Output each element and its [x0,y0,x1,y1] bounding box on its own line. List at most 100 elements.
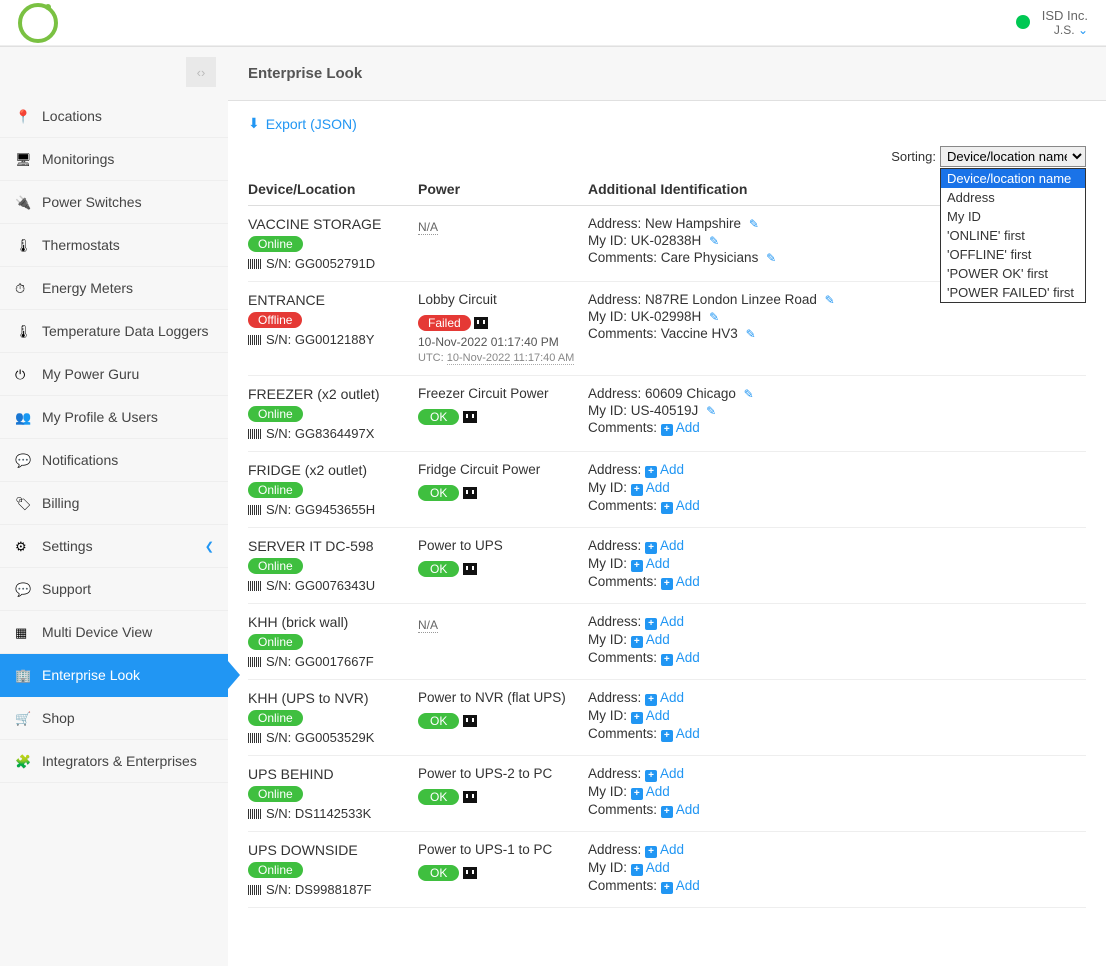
sidebar-item-temperature-data-loggers[interactable]: 🌡Temperature Data Loggers [0,310,228,353]
device-name: FREEZER (x2 outlet) [248,386,418,402]
power-timestamp: 10-Nov-2022 01:17:40 PM [418,335,588,349]
power-circuit-name: Power to NVR (flat UPS) [418,690,588,705]
add-comments-link[interactable]: +Add [661,802,700,817]
sidebar-item-my-profile-users[interactable]: 👥My Profile & Users [0,396,228,439]
sidebar-item-integrators-enterprises[interactable]: 🧩 Integrators & Enterprises [0,740,228,783]
add-comments-link[interactable]: +Add [661,420,700,435]
chevron-right-icon: ❮ [205,540,214,553]
sorting-option[interactable]: 'OFFLINE' first [941,245,1085,264]
user-initials: J.S. [1054,23,1075,37]
svg-text:⏻: ⏻ [15,367,25,382]
gear-icon: ⚙ [14,537,32,555]
add-myid-link[interactable]: +Add [631,480,670,495]
add-address-link[interactable]: +Add [645,462,684,477]
sidebar-item-locations[interactable]: 📍Locations [0,95,228,138]
export-json-link[interactable]: ⬇ Export (JSON) [248,115,357,132]
col-power-header: Power [418,181,588,197]
addl-comments: Comments: +Add [588,498,1086,514]
add-myid-link[interactable]: +Add [631,556,670,571]
svg-text:🌡: 🌡 [15,324,31,339]
svg-text:🧩: 🧩 [15,754,31,769]
grid-icon: ▦ [14,623,32,641]
addl-address: Address: +Add [588,690,1086,706]
add-comments-link[interactable]: +Add [661,498,700,513]
sorting-select[interactable]: Device/location name [940,146,1086,167]
svg-text:💬: 💬 [15,453,31,468]
sidebar-item-my-power-guru[interactable]: ⏻ My Power Guru [0,353,228,396]
sidebar-item-enterprise-look[interactable]: 🏢Enterprise Look [0,654,228,697]
device-status-badge: Online [248,786,303,802]
power-circuit-name: Fridge Circuit Power [418,462,588,477]
download-icon: ⬇ [248,115,260,132]
sorting-option[interactable]: Device/location name [941,169,1085,188]
addl-comments: Comments: +Add [588,574,1086,590]
addl-comments: Comments: +Add [588,802,1086,818]
sidebar-item-notifications[interactable]: 💬Notifications [0,439,228,482]
barcode-icon [248,429,262,439]
edit-icon[interactable]: ✎ [744,387,754,401]
addl-myid: My ID: +Add [588,860,1086,876]
edit-icon[interactable]: ✎ [749,217,759,231]
table-row: SERVER IT DC-598Online S/N: GG0076343UPo… [248,528,1086,604]
sorting-option[interactable]: My ID [941,207,1085,226]
sidebar-item-thermostats[interactable]: 🌡Thermostats [0,224,228,267]
sidebar-item-label: Multi Device View [42,624,152,640]
addl-address: Address: +Add [588,538,1086,554]
sorting-option[interactable]: 'ONLINE' first [941,226,1085,245]
add-address-link[interactable]: +Add [645,614,684,629]
add-address-link[interactable]: +Add [645,690,684,705]
addl-comments: Comments: +Add [588,726,1086,742]
sidebar-item-settings[interactable]: ⚙Settings❮ [0,525,228,568]
add-myid-link[interactable]: +Add [631,860,670,875]
add-comments-link[interactable]: +Add [661,650,700,665]
add-comments-link[interactable]: +Add [661,726,700,741]
sidebar-item-power-switches[interactable]: 🔌Power Switches [0,181,228,224]
device-status-badge: Online [248,236,303,252]
temp-icon: 🌡 [14,322,32,340]
edit-icon[interactable]: ✎ [746,327,756,341]
sorting-dropdown[interactable]: Device/location nameAddressMy ID'ONLINE'… [940,168,1086,303]
power-icon: ⏻ [14,365,32,383]
device-name: VACCINE STORAGE [248,216,418,232]
plug-icon: 🔌 [14,193,32,211]
plus-icon: + [645,694,657,706]
sorting-option[interactable]: Address [941,188,1085,207]
sidebar-item-monitorings[interactable]: 🖥Monitorings [0,138,228,181]
device-status-badge: Online [248,710,303,726]
edit-icon[interactable]: ✎ [706,404,716,418]
edit-icon[interactable]: ✎ [825,293,835,307]
sidebar-item-billing[interactable]: 🏷Billing [0,482,228,525]
sorting-label: Sorting: [891,149,936,164]
svg-text:📍: 📍 [15,109,31,124]
sidebar-item-energy-meters[interactable]: ⏱Energy Meters [0,267,228,310]
sidebar-item-label: My Power Guru [42,366,139,382]
add-address-link[interactable]: +Add [645,538,684,553]
sidebar-item-label: Thermostats [42,237,120,253]
add-comments-link[interactable]: +Add [661,574,700,589]
plus-icon: + [661,806,673,818]
sorting-option[interactable]: 'POWER FAILED' first [941,283,1085,302]
add-address-link[interactable]: +Add [645,842,684,857]
sidebar-item-label: My Profile & Users [42,409,158,425]
serial-number: S/N: DS1142533K [248,806,418,821]
add-address-link[interactable]: +Add [645,766,684,781]
sorting-option[interactable]: 'POWER OK' first [941,264,1085,283]
edit-icon[interactable]: ✎ [709,310,719,324]
device-name: KHH (brick wall) [248,614,418,630]
add-myid-link[interactable]: +Add [631,632,670,647]
sidebar-item-shop[interactable]: 🛒Shop [0,697,228,740]
power-circuit-name: Power to UPS-2 to PC [418,766,588,781]
plus-icon: + [631,788,643,800]
bell-icon: 💬 [14,451,32,469]
add-myid-link[interactable]: +Add [631,708,670,723]
sidebar-item-label: Integrators & Enterprises [42,753,197,769]
sidebar-item-multi-device-view[interactable]: ▦ Multi Device View [0,611,228,654]
company-name: ISD Inc. [1042,8,1088,24]
account-block[interactable]: ISD Inc. J.S. ⌄ [1042,8,1088,38]
add-myid-link[interactable]: +Add [631,784,670,799]
sidebar-item-support[interactable]: 💬Support [0,568,228,611]
edit-icon[interactable]: ✎ [709,234,719,248]
edit-icon[interactable]: ✎ [766,251,776,265]
add-comments-link[interactable]: +Add [661,878,700,893]
sidebar-collapse-toggle[interactable]: ‹› [186,57,216,87]
